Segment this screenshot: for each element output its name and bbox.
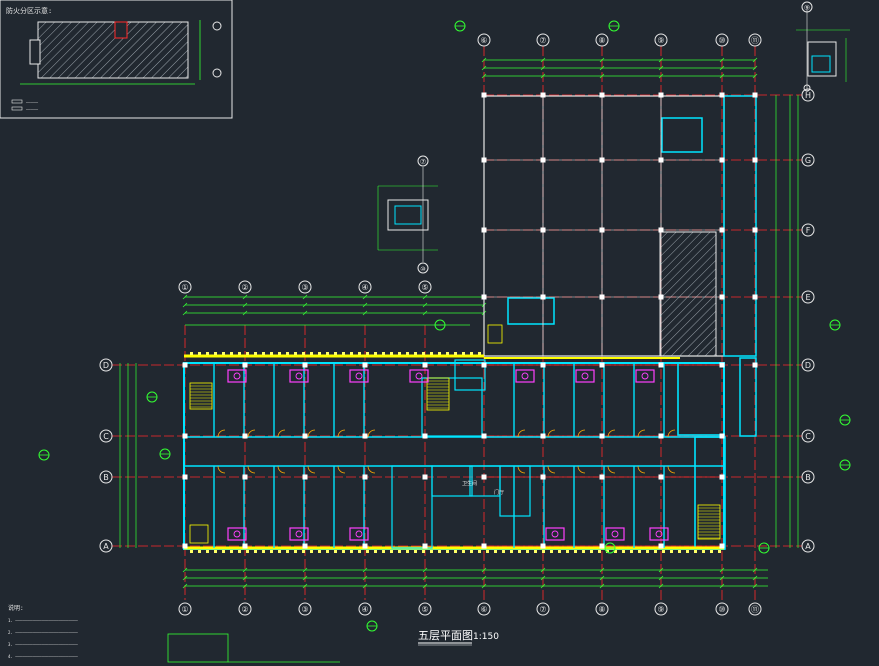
axis-bottom-9-label: ⑨ (657, 605, 664, 614)
axis-bottom-1-label: ① (181, 605, 188, 614)
axis-bottom-6-label: ⑥ (480, 605, 487, 614)
axis-right-A-7-label: A (805, 542, 811, 551)
notes-heading: 说明: (8, 604, 24, 612)
notes-line-3: 3. —————————————————————————— (8, 642, 78, 647)
axis-right-G-1-label: G (805, 156, 811, 165)
axis-right-F-2-label: F (806, 226, 811, 235)
drawing-scale: 1:150 (473, 632, 499, 642)
drawing-title: 五层平面图 (418, 629, 473, 642)
axis-bottom-4-label: ④ (361, 605, 368, 614)
axis-bottom-5-label: ⑤ (421, 605, 428, 614)
axis-left-A-label: A (103, 542, 109, 551)
axis-top-10-label: ⑩ (718, 36, 725, 45)
floor-plan-drawing: 防火分区示意: ————— ————— ① ① ② ② ③ ③ ④ ④ ⑤ ⑤ ⑥ ⑦ ⑧ ⑨ ⑩ ⑪ ⑥ ⑦ ⑧ ⑨… (0, 0, 879, 666)
axis-mid-5-label: ⑤ (421, 283, 428, 292)
axis-label-detail-mid-bottom: ⑩ (420, 266, 425, 273)
axis-left-B-label: B (103, 473, 109, 482)
axis-right-B-6-label: B (805, 473, 811, 482)
notes-line-1: 1. —————————————————————————— (8, 618, 78, 623)
axis-label-detail-top: ⑨ (804, 4, 810, 12)
axis-mid-4-label: ④ (361, 283, 368, 292)
axis-bottom-7-label: ⑦ (539, 605, 546, 614)
axis-top-11-label: ⑪ (751, 36, 759, 45)
axis-bottom-2-label: ② (241, 605, 248, 614)
axis-top-8-label: ⑧ (598, 36, 605, 45)
axis-bottom-10-label: ⑩ (718, 605, 725, 614)
axis-mid-3-label: ③ (301, 283, 308, 292)
axis-left-D-label: D (103, 361, 109, 370)
axis-right-C-5-label: C (805, 432, 811, 441)
axis-bottom-3-label: ③ (301, 605, 308, 614)
notes-line-4: 4. —————————————————————————— (8, 654, 78, 659)
axis-top-6-label: ⑥ (480, 36, 487, 45)
axis-right-D-4-label: D (805, 361, 811, 370)
keyplan-legend-2: ————— (26, 107, 39, 112)
axis-right-E-3-label: E (805, 293, 810, 302)
axis-mid-2-label: ② (241, 283, 248, 292)
axis-mid-1-label: ① (181, 283, 188, 292)
keyplan-label: 防火分区示意: (6, 6, 52, 15)
room-tag: 卫生间 (462, 480, 477, 487)
axis-bottom-8-label: ⑧ (598, 605, 605, 614)
axis-right-H-0-label: H (805, 91, 811, 100)
corridor-tag: 门厅 (494, 489, 504, 496)
notes-line-2: 2. —————————————————————————— (8, 630, 78, 635)
axis-top-9-label: ⑨ (657, 36, 664, 45)
drawing-background (0, 0, 879, 666)
axis-bottom-11-label: ⑪ (751, 605, 759, 614)
keyplan-legend-1: ————— (26, 100, 39, 105)
axis-left-C-label: C (103, 432, 109, 441)
axis-top-7-label: ⑦ (539, 36, 546, 45)
axis-label-detail-mid-top: ⑦ (420, 158, 426, 166)
